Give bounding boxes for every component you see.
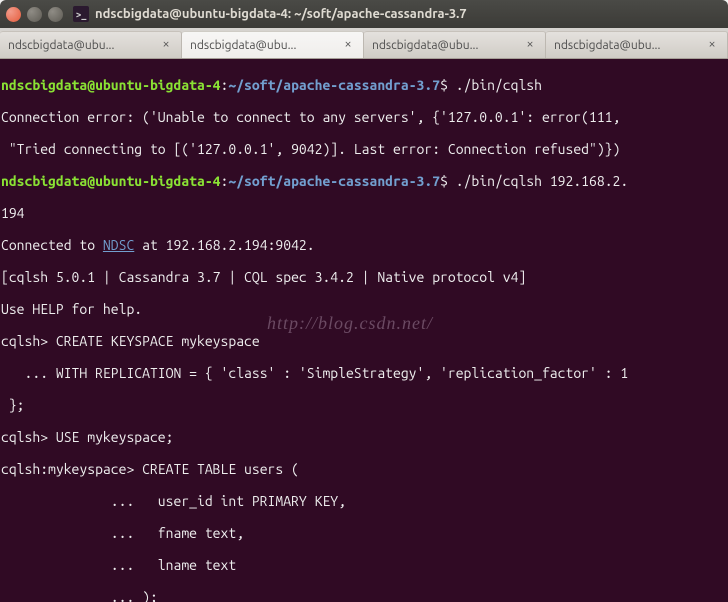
watermark-text: http://blog.csdn.net/ — [267, 315, 433, 331]
terminal-line: "Tried connecting to [('127.0.0.1', 9042… — [1, 141, 727, 157]
terminal-line: cqlsh> USE mykeyspace; — [1, 429, 727, 445]
window-title: >_ ndscbigdata@ubuntu-bigdata-4: ~/soft/… — [73, 6, 467, 22]
terminal-line: 194 — [1, 205, 727, 221]
terminal-tab-3[interactable]: ndscbigdata@ubu... × — [546, 31, 728, 58]
terminal-line: cqlsh:mykeyspace> CREATE TABLE users ( — [1, 461, 727, 477]
terminal-line: cqlsh> CREATE KEYSPACE mykeyspace — [1, 333, 727, 349]
text: Connected to — [1, 237, 103, 253]
text: at 192.168.2.194:9042. — [134, 237, 314, 253]
close-icon[interactable] — [6, 7, 21, 22]
terminal-line: ... WITH REPLICATION = { 'class' : 'Simp… — [1, 365, 727, 381]
terminal-tab-1[interactable]: ndscbigdata@ubu... × — [182, 31, 364, 58]
minimize-icon[interactable] — [27, 7, 42, 22]
window-titlebar: >_ ndscbigdata@ubuntu-bigdata-4: ~/soft/… — [0, 0, 728, 28]
terminal-line: ... user_id int PRIMARY KEY, — [1, 493, 727, 509]
cluster-name-link[interactable]: NDSC — [103, 237, 134, 253]
terminal-tabbar: ndscbigdata@ubu... × ndscbigdata@ubu... … — [0, 28, 728, 59]
terminal-tab-2[interactable]: ndscbigdata@ubu... × — [364, 31, 546, 58]
close-icon[interactable]: × — [341, 38, 355, 52]
terminal-line: ndscbigdata@ubuntu-bigdata-4:~/soft/apac… — [1, 173, 727, 189]
prompt-user: ndscbigdata@ubuntu-bigdata-4 — [1, 77, 221, 93]
terminal-icon: >_ — [73, 6, 89, 22]
terminal-line: ... ); — [1, 589, 727, 602]
tab-label: ndscbigdata@ubu... — [554, 39, 701, 52]
terminal-viewport[interactable]: ndscbigdata@ubuntu-bigdata-4:~/soft/apac… — [0, 59, 728, 602]
terminal-line: ... lname text — [1, 557, 727, 573]
terminal-line: ... fname text, — [1, 525, 727, 541]
cmd-text: ./bin/cqlsh 192.168.2. — [448, 173, 628, 189]
maximize-icon[interactable] — [48, 7, 63, 22]
window-title-text: ndscbigdata@ubuntu-bigdata-4: ~/soft/apa… — [95, 7, 467, 21]
terminal-line: [cqlsh 5.0.1 | Cassandra 3.7 | CQL spec … — [1, 269, 727, 285]
terminal-line: Connection error: ('Unable to connect to… — [1, 109, 727, 125]
tab-label: ndscbigdata@ubu... — [190, 39, 337, 52]
tab-label: ndscbigdata@ubu... — [372, 39, 519, 52]
terminal-line: }; — [1, 397, 727, 413]
tab-label: ndscbigdata@ubu... — [8, 39, 155, 52]
window-buttons — [6, 7, 63, 22]
terminal-line: Connected to NDSC at 192.168.2.194:9042. — [1, 237, 727, 253]
prompt-dollar: $ — [440, 173, 448, 189]
close-icon[interactable]: × — [159, 38, 173, 52]
prompt-path: ~/soft/apache-cassandra-3.7 — [228, 77, 440, 93]
cmd-text: ./bin/cqlsh — [448, 77, 542, 93]
terminal-tab-0[interactable]: ndscbigdata@ubu... × — [0, 31, 182, 58]
close-icon[interactable]: × — [523, 38, 537, 52]
prompt-dollar: $ — [440, 77, 448, 93]
prompt-path: ~/soft/apache-cassandra-3.7 — [228, 173, 440, 189]
terminal-line: ndscbigdata@ubuntu-bigdata-4:~/soft/apac… — [1, 77, 727, 93]
terminal-line: Use HELP for help. — [1, 301, 727, 317]
close-icon[interactable]: × — [705, 38, 719, 52]
prompt-user: ndscbigdata@ubuntu-bigdata-4 — [1, 173, 221, 189]
